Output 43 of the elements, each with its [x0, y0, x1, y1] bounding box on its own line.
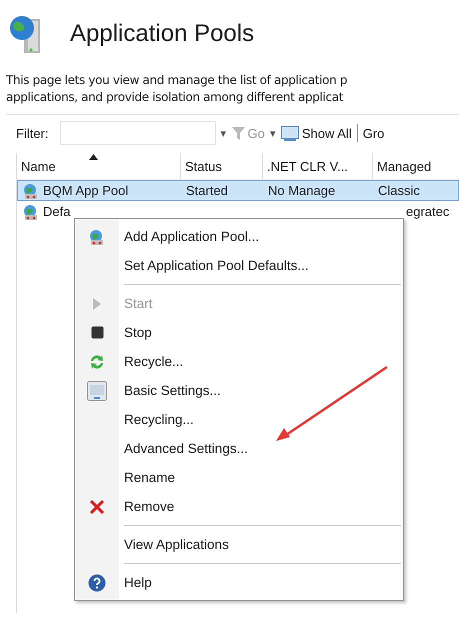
table-cell: BQM App Pool [18, 181, 182, 200]
menu-item[interactable]: Remove [75, 492, 403, 521]
group-by-button[interactable]: Gro [362, 126, 384, 140]
table-cell-text: No Manage [267, 182, 336, 200]
column-header[interactable]: Status [181, 153, 263, 179]
table-cell-text: Started [185, 182, 229, 200]
table-row[interactable]: Defa egratec [17, 201, 459, 222]
menu-item[interactable]: Advanced Settings... [75, 434, 403, 463]
stop-icon [90, 326, 104, 339]
app-pool-icon [22, 182, 40, 200]
go-caret[interactable]: ▾ [270, 126, 276, 140]
menu-item[interactable]: View Applications [75, 530, 403, 559]
column-header[interactable]: Name [17, 153, 181, 179]
menu-item[interactable]: Set Application Pool Defaults... [75, 251, 403, 280]
filter-field[interactable] [60, 121, 216, 145]
table-row[interactable]: BQM App Pool Started No Manage Classic [17, 180, 459, 201]
dropdown-caret[interactable]: ▾ [220, 126, 226, 140]
menu-item[interactable]: Recycling... [75, 405, 403, 434]
description-text: applications, and provide isolation among different applicat [6, 89, 344, 106]
window-icon [280, 126, 299, 140]
description-text: This page lets you view and manage the list of application p [6, 72, 348, 89]
column-header[interactable]: Managed [373, 153, 459, 179]
show-all-button[interactable]: Show All [280, 126, 352, 140]
settings-window-icon [87, 380, 107, 400]
menu-item[interactable]: Rename [75, 463, 403, 492]
menu-item[interactable]: Help [75, 568, 403, 597]
funnel-icon [232, 126, 244, 140]
menu-item[interactable]: Stop [75, 318, 403, 347]
help-icon [88, 574, 106, 592]
menu-item[interactable]: Add Application Pool... [75, 222, 403, 251]
menu-item[interactable]: Basic Settings... [75, 376, 403, 405]
play-icon [92, 296, 102, 310]
app-pool-icon [22, 202, 40, 220]
page-title: Application Pools [70, 20, 254, 48]
table-cell: Defa [18, 202, 182, 221]
recycle-icon [89, 352, 105, 370]
close-icon [89, 498, 105, 514]
table-cell-text: Classic [377, 182, 421, 200]
menu-item[interactable]: Recycle... [75, 347, 403, 376]
filter-label: Filter: [16, 126, 48, 140]
table-cell-text: egratec [405, 203, 450, 221]
column-header[interactable]: .NET CLR V... [263, 153, 373, 179]
app-pool-icon [88, 228, 106, 246]
